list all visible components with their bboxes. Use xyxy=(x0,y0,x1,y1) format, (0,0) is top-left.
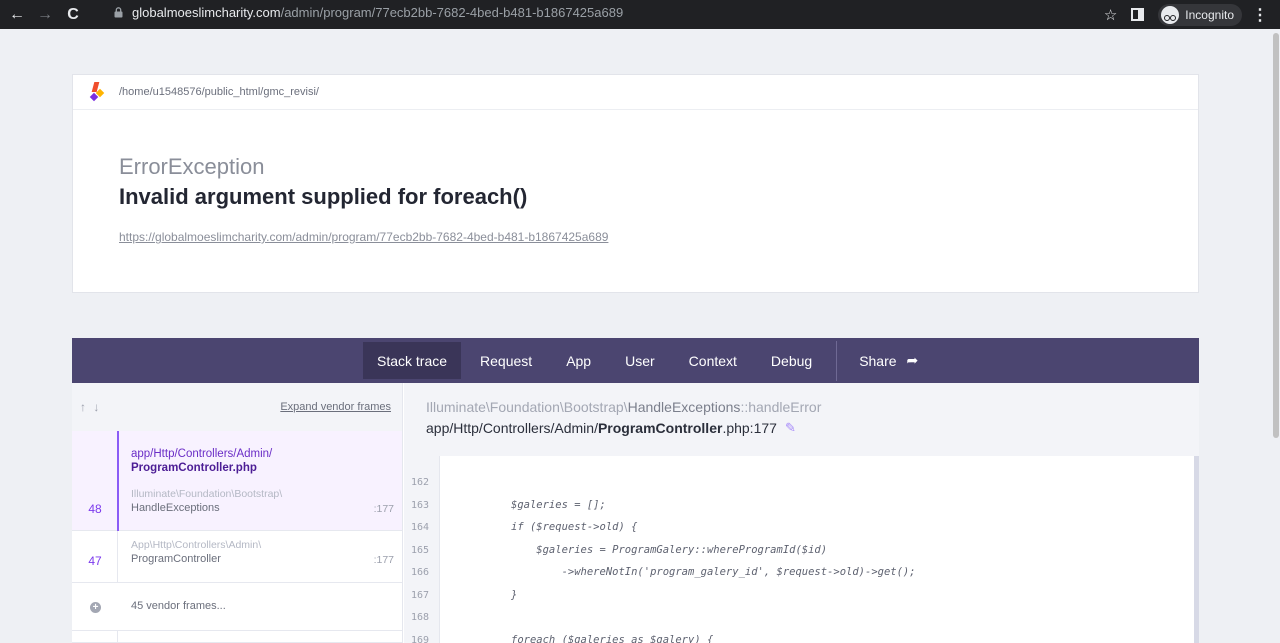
incognito-icon xyxy=(1161,5,1180,24)
frame-namespace: App\Http\Controllers\Admin\ xyxy=(131,539,262,551)
source-panel: Illuminate\Foundation\Bootstrap\HandleEx… xyxy=(404,383,1199,643)
line-number: 168 xyxy=(411,612,430,623)
address-bar[interactable]: globalmoeslimcharity.com/admin/program/7… xyxy=(101,1,1119,23)
code-line: foreach ($galeries as $galery) { xyxy=(511,634,714,643)
exception-class: ErrorException xyxy=(119,154,265,179)
code-scrollbar[interactable] xyxy=(1194,456,1199,643)
url-host: globalmoeslimcharity.com xyxy=(132,4,281,20)
expand-vendor-frames-link[interactable]: Expand vendor frames xyxy=(280,401,391,413)
source-file: app/Http/Controllers/Admin/ProgramContro… xyxy=(426,420,1199,436)
lock-icon xyxy=(111,5,125,19)
share-label: Share xyxy=(859,352,897,369)
line-number: 164 xyxy=(411,522,430,533)
plus-icon: + xyxy=(90,602,101,613)
line-number: 165 xyxy=(411,545,430,556)
frame-number: 48 xyxy=(88,502,102,516)
code-line: ->whereNotIn('program_galery_id', $reque… xyxy=(511,566,916,578)
line-number: 163 xyxy=(411,500,430,511)
tab-debug[interactable]: Debug xyxy=(756,342,827,379)
forward-arrow-icon[interactable]: → xyxy=(34,4,56,26)
frame-file-name: ProgramController.php xyxy=(131,462,257,474)
tab-request[interactable]: Request xyxy=(465,342,547,379)
source-namespace: Illuminate\Foundation\Bootstrap\HandleEx… xyxy=(426,399,1199,415)
bookmark-star-icon[interactable]: ☆ xyxy=(1104,6,1117,24)
edit-pencil-icon[interactable]: ✎ xyxy=(785,420,796,436)
source-ns-method: ::handleError xyxy=(740,399,822,415)
source-file-suffix: .php:177 xyxy=(722,420,777,436)
stack-trace-panel: ↑ ↓ Expand vendor frames app/Http/Contro… xyxy=(72,383,1199,643)
line-number: 166 xyxy=(411,567,430,578)
code-view: $galeries = []; if ($request->old) { $ga… xyxy=(439,456,1195,643)
request-url-link[interactable]: https://globalmoeslimcharity.com/admin/p… xyxy=(119,230,608,244)
vendor-frames-label: 45 vendor frames... xyxy=(131,600,226,612)
code-line: } xyxy=(511,589,518,601)
url-path: /admin/program/77ecb2bb-7682-4bed-b481-b… xyxy=(280,4,624,20)
frame-line: :177 xyxy=(373,503,394,515)
tab-divider xyxy=(836,340,838,381)
frame-item[interactable] xyxy=(72,631,402,643)
ignition-logo-icon xyxy=(89,82,105,102)
frame-item-active[interactable]: app/Http/Controllers/Admin/ProgramContro… xyxy=(72,431,402,531)
exception-message: Invalid argument supplied for foreach() xyxy=(119,184,528,209)
side-panel-icon[interactable] xyxy=(1131,8,1145,21)
app-path: /home/u1548576/public_html/gmc_revisi/ xyxy=(119,86,319,98)
tab-user[interactable]: User xyxy=(610,342,670,379)
frame-item[interactable]: App\Http\Controllers\Admin\ 47 ProgramCo… xyxy=(72,531,402,583)
code-line: $galeries = ProgramGalery::whereProgramI… xyxy=(511,544,828,556)
source-ns-class: HandleExceptions xyxy=(627,399,741,415)
frame-number: 47 xyxy=(88,554,102,568)
frame-line: :177 xyxy=(373,554,394,566)
exception-card: /home/u1548576/public_html/gmc_revisi/ E… xyxy=(72,74,1199,293)
tab-app[interactable]: App xyxy=(551,342,606,379)
back-arrow-icon[interactable]: ← xyxy=(6,4,28,26)
reload-icon[interactable]: C xyxy=(62,4,84,26)
source-ns-prefix: Illuminate\Foundation\Bootstrap\ xyxy=(426,399,628,415)
source-file-prefix: app/Http/Controllers/Admin/ xyxy=(426,420,598,436)
card-top-bar: /home/u1548576/public_html/gmc_revisi/ xyxy=(73,75,1198,110)
menu-kebab-icon[interactable]: ⋮ xyxy=(1252,5,1268,25)
frames-header: ↑ ↓ Expand vendor frames xyxy=(72,383,402,431)
incognito-badge[interactable]: Incognito xyxy=(1158,3,1242,26)
incognito-label: Incognito xyxy=(1185,7,1234,22)
line-number-gutter: 162 163 164 165 166 167 168 169 xyxy=(404,456,439,643)
tab-share[interactable]: Share ➦ xyxy=(844,342,933,379)
source-header: Illuminate\Foundation\Bootstrap\HandleEx… xyxy=(404,383,1199,456)
vendor-frames-item[interactable]: + 45 vendor frames... xyxy=(72,583,402,631)
frame-class: ProgramController xyxy=(131,553,221,565)
line-number: 167 xyxy=(411,590,430,601)
frame-file-dir: app/Http/Controllers/Admin/ xyxy=(131,448,273,460)
frame-namespace: Illuminate\Foundation\Bootstrap\ xyxy=(131,488,283,500)
line-number: 162 xyxy=(411,477,430,488)
tab-stack-trace[interactable]: Stack trace xyxy=(363,342,462,379)
frame-class: HandleExceptions xyxy=(131,502,220,514)
frame-file: app/Http/Controllers/Admin/ProgramContro… xyxy=(131,447,272,475)
active-frame-marker xyxy=(117,431,119,531)
frames-list: ↑ ↓ Expand vendor frames app/Http/Contro… xyxy=(72,383,403,643)
tab-context[interactable]: Context xyxy=(674,342,752,379)
line-number: 169 xyxy=(411,635,430,643)
tabs-bar: Stack trace Request App User Context Deb… xyxy=(72,338,1199,383)
frame-nav-arrows-icon[interactable]: ↑ ↓ xyxy=(80,400,101,414)
code-line: if ($request->old) { xyxy=(511,521,638,533)
code-line: $galeries = []; xyxy=(511,499,606,511)
share-arrow-icon: ➦ xyxy=(906,352,919,368)
source-file-name: ProgramController xyxy=(597,420,723,436)
page-scrollbar-thumb[interactable] xyxy=(1273,33,1279,438)
browser-toolbar: ← → C globalmoeslimcharity.com/admin/pro… xyxy=(0,0,1280,29)
page-scrollbar[interactable] xyxy=(1272,29,1280,643)
